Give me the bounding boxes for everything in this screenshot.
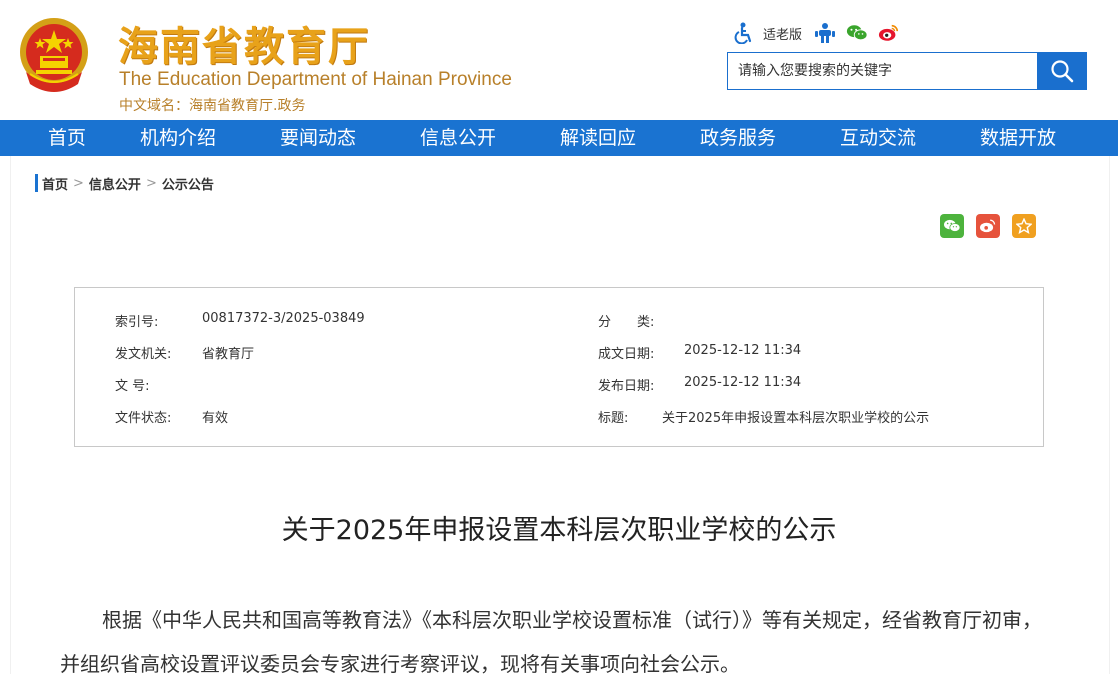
meta-issuer-label: 发文机关:	[115, 347, 172, 362]
main-nav: 首页 机构介绍 要闻动态 信息公开 解读回应 政务服务 互动交流 数据开放	[0, 120, 1118, 156]
breadcrumb-home[interactable]: 首页	[42, 174, 68, 193]
document-metadata: 索引号: 00817372-3/2025-03849 分 类: 发文机关: 省教…	[74, 287, 1044, 447]
elder-mode-link[interactable]: 适老版	[763, 24, 802, 43]
meta-docno-label: 文 号:	[115, 379, 150, 394]
nav-home[interactable]: 首页	[28, 120, 108, 156]
breadcrumb-notices[interactable]: 公示公告	[162, 174, 214, 193]
header-tools: 适老版	[733, 20, 900, 46]
article-paragraph: 根据《中华人民共和国高等教育法》《本科层次职业学校设置标准（试行）》等有关规定，…	[60, 608, 1042, 674]
meta-published-value: 2025-12-12 11:34	[684, 375, 802, 390]
favorite-star-icon	[1016, 218, 1032, 234]
wechat-icon[interactable]	[846, 22, 868, 44]
meta-index-label: 索引号:	[115, 315, 159, 330]
meta-status-value: 有效	[202, 411, 229, 426]
weibo-icon	[980, 219, 996, 233]
nav-info-disclosure[interactable]: 信息公开	[388, 120, 528, 156]
wechat-icon	[944, 219, 961, 232]
meta-subject-label: 标题:	[598, 411, 629, 426]
accessibility-icon[interactable]	[733, 22, 755, 44]
nav-organization[interactable]: 机构介绍	[108, 120, 248, 156]
national-emblem-icon[interactable]	[16, 14, 92, 96]
meta-subject-value: 关于2025年申报设置本科层次职业学校的公示	[662, 411, 930, 426]
search-icon	[1051, 60, 1074, 83]
site-title[interactable]: 海南省教育厅	[118, 14, 370, 72]
elder-mode-icon[interactable]	[814, 22, 836, 44]
breadcrumb-separator: >	[145, 175, 157, 191]
nav-interaction[interactable]: 互动交流	[808, 120, 948, 156]
search-button[interactable]	[1037, 52, 1087, 90]
search-input[interactable]	[727, 52, 1037, 90]
nav-news[interactable]: 要闻动态	[248, 120, 388, 156]
share-bar	[940, 214, 1048, 238]
article-title: 关于2025年申报设置本科层次职业学校的公示	[281, 515, 837, 546]
breadcrumb: 首页 > 信息公开 > 公示公告	[35, 174, 214, 193]
site-subtitle: The Education Department of Hainan Provi…	[119, 69, 512, 90]
share-wechat-button[interactable]	[940, 214, 964, 238]
meta-created-label: 成文日期:	[598, 347, 655, 362]
site-header: 海南省教育厅 The Education Department of Haina…	[0, 0, 1118, 120]
nav-interpretation[interactable]: 解读回应	[528, 120, 668, 156]
weibo-icon[interactable]	[878, 22, 900, 44]
meta-index-value: 00817372-3/2025-03849	[202, 311, 365, 326]
meta-category-label: 分 类:	[598, 315, 655, 330]
favorite-button[interactable]	[1012, 214, 1036, 238]
breadcrumb-info-disclosure[interactable]: 信息公开	[89, 174, 141, 193]
nav-services[interactable]: 政务服务	[668, 120, 808, 156]
site-domain: 中文域名：海南省教育厅.政务	[119, 98, 306, 114]
search-bar	[727, 52, 1087, 90]
meta-issuer-value: 省教育厅	[202, 347, 255, 362]
breadcrumb-separator: >	[73, 175, 84, 191]
nav-open-data[interactable]: 数据开放	[948, 120, 1088, 156]
meta-status-label: 文件状态:	[115, 411, 172, 426]
meta-published-label: 发布日期:	[598, 379, 655, 394]
meta-created-value: 2025-12-12 11:34	[684, 343, 802, 358]
share-weibo-button[interactable]	[976, 214, 1000, 238]
